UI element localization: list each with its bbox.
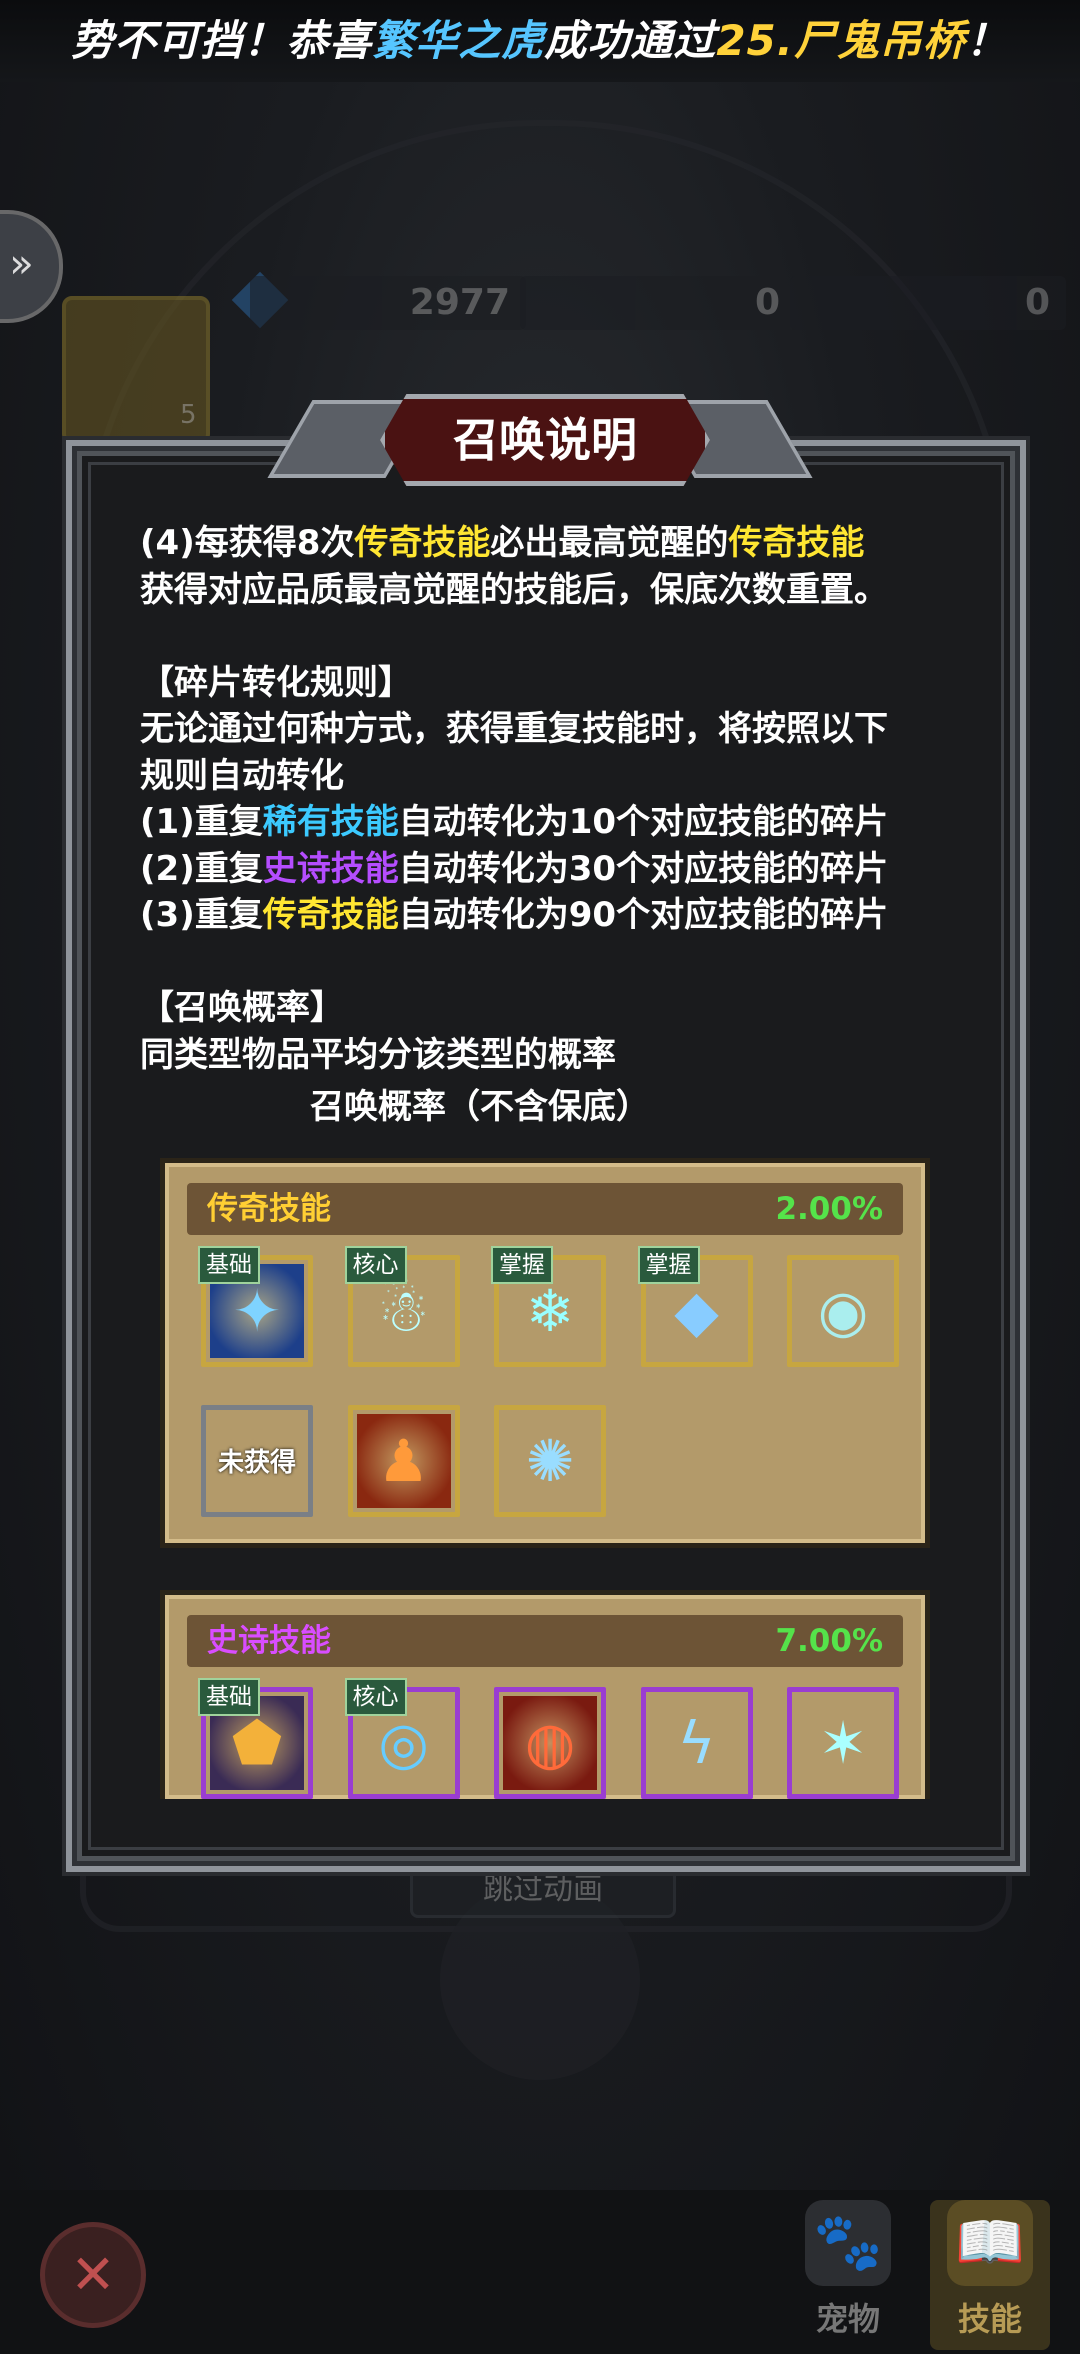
bottom-nav-bar [0, 2190, 1080, 2354]
lightning-icon[interactable]: ϟ [640, 1687, 753, 1799]
locked-skill-icon[interactable]: 未获得 [201, 1405, 313, 1517]
fragment-rule-legend: (3)重复传奇技能自动转化为90个对应技能的碎片 [140, 895, 889, 935]
banner-player-name: 繁华之虎 [372, 16, 545, 65]
rule-4-reset-line: 获得对应品质最高觉醒的技能后，保底次数重置。 [140, 569, 888, 610]
banner-stage-name: 25.尸鬼吊桥 [716, 16, 966, 65]
scroll-count: 5 [180, 400, 197, 430]
fragment-rules-header: 【碎片转化规则】 [140, 662, 412, 703]
ice-crystals-icon[interactable]: ◆ 掌握 [637, 1246, 753, 1367]
eye-triangle-icon[interactable]: ◉ [787, 1255, 899, 1367]
dialog-title-plate: 召唤说明 [267, 380, 813, 490]
legendary-label: 传奇技能 [207, 1191, 331, 1227]
fragment-desc-line-1: 无论通过何种方式，获得重复技能时，将按照以下 [140, 709, 888, 749]
close-icon[interactable]: ✕ [40, 2222, 146, 2328]
skill-tier-tag: 基础 [198, 1246, 260, 1284]
fire-vortex-icon[interactable]: ◍ [494, 1687, 606, 1799]
epic-label: 史诗技能 [207, 1623, 331, 1659]
paw-icon: 🐾 [805, 2200, 891, 2286]
not-obtained-label: 未获得 [217, 1448, 296, 1478]
legendary-header: 传奇技能 2.00% [187, 1183, 903, 1235]
skill-tier-tag: 掌握 [637, 1246, 700, 1284]
banner-text-2: 成功通过 [544, 16, 717, 65]
epic-rate: 7.00% [775, 1623, 883, 1659]
nav-pet[interactable]: 🐾 宠物 [788, 2200, 908, 2350]
banner-text-3: ！ [965, 16, 1009, 65]
cross-counter: 0 [790, 276, 1066, 330]
skill-tier-tag: 掌握 [491, 1246, 553, 1284]
skill-tier-tag: 基础 [198, 1678, 260, 1716]
book-icon: 📖 [947, 2200, 1033, 2286]
fragment-rule-epic: (2)重复史诗技能自动转化为30个对应技能的碎片 [140, 848, 889, 889]
legendary-skills-box: 传奇技能 2.00% ✦ 基础 ☃ 核心 ❄ 掌握 ◆ 掌握 ◉ 未获得 ♟ ✺ [160, 1158, 930, 1548]
banner-text-1: 势不可挡！恭喜 [71, 16, 373, 65]
frost-spirit-icon[interactable]: ☃ 核心 [344, 1246, 460, 1367]
dialog-title: 召唤说明 [380, 394, 710, 486]
summon-rate-desc: 同类型物品平均分该类型的概率 [140, 1034, 616, 1075]
legendary-rate: 2.00% [775, 1191, 883, 1227]
summon-rate-header: 【召唤概率】 [140, 988, 344, 1028]
golden-shield-icon[interactable]: ⬟ 基础 [198, 1678, 313, 1799]
skill-tier-tag: 核心 [344, 1678, 407, 1716]
nav-skill[interactable]: 📖 技能 [930, 2200, 1050, 2350]
dialog-content: (4)每获得8次传奇技能必出最高觉醒的传奇技能 获得对应品质最高觉醒的技能后，保… [140, 520, 960, 1131]
fragment-desc-line-2: 规则自动转化 [140, 755, 344, 796]
ice-shards-icon[interactable]: ✦ 基础 [198, 1246, 313, 1367]
ice-spikes-icon[interactable]: ✶ [787, 1687, 899, 1799]
water-orb-icon[interactable]: ◎ 核心 [344, 1678, 460, 1799]
nav-pet-label: 宠物 [815, 2300, 880, 2338]
epic-skills-box: 史诗技能 7.00% ⬟ 基础 ◎ 核心 ◍ ϟ ✶ [160, 1590, 930, 1799]
epic-header: 史诗技能 7.00% [187, 1615, 903, 1667]
skill-tier-tag: 核心 [344, 1246, 407, 1284]
nav-skill-label: 技能 [957, 2300, 1022, 2338]
summon-rate-title: 召唤概率（不含保底） [310, 1087, 650, 1127]
frost-nova-icon[interactable]: ✺ [494, 1405, 606, 1517]
snowflake-icon[interactable]: ❄ 掌握 [491, 1246, 606, 1367]
fire-figure-icon[interactable]: ♟ [347, 1405, 460, 1517]
announcement-banner: 势不可挡！恭喜繁华之虎成功通过25.尸鬼吊桥！ [0, 0, 1080, 82]
fragment-rule-rare: (1)重复稀有技能自动转化为10个对应技能的碎片 [140, 802, 889, 842]
scroll-counter: 0 [520, 276, 796, 330]
gem-counter: 2977 [250, 276, 526, 330]
rule-4-line: (4)每获得8次传奇技能必出最高觉醒的传奇技能 [140, 523, 865, 563]
